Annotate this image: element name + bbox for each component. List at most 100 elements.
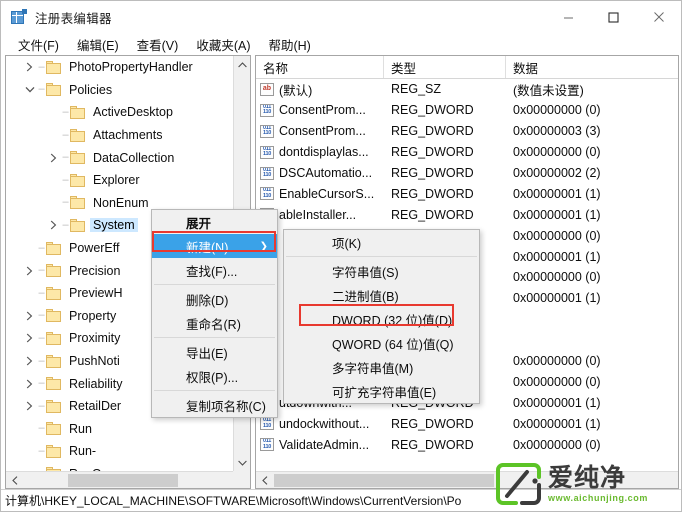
tree-node-label: PreviewH — [69, 286, 123, 301]
tree-node[interactable]: – Run — [6, 418, 234, 441]
tree-node[interactable]: – ActiveDesktop — [6, 101, 234, 124]
menu-help[interactable]: 帮助(H) — [259, 35, 319, 54]
menu-item[interactable]: 导出(E) — [152, 340, 277, 364]
table-row[interactable]: 011 110 ValidateAdmin... REG_DWORD 0x0000000… — [256, 434, 678, 455]
menu-item[interactable]: 权限(P)... — [152, 364, 277, 388]
tree-twisty-placeholder — [46, 169, 61, 192]
chevron-right-icon: ❯ — [259, 240, 268, 252]
tree-node-label: Proximity — [69, 331, 121, 346]
chevron-right-icon[interactable] — [22, 395, 37, 418]
value-name-text: ableInstaller... — [279, 207, 357, 222]
menu-item[interactable]: 删除(D) — [152, 287, 277, 311]
dword-value-icon: 011110 — [260, 145, 274, 159]
value-name-text: DSCAutomatio... — [279, 166, 373, 180]
menu-item[interactable]: 查找(F)... — [152, 258, 277, 282]
value-data-cell: 0x00000001 (1) — [513, 291, 601, 306]
table-row[interactable]: 011 110 EnableCursorS... REG_DWORD 0x0000000… — [256, 183, 678, 204]
value-type-cell: REG_DWORD — [391, 186, 474, 201]
menu-item[interactable]: 重命名(R) — [152, 311, 277, 335]
minimize-icon[interactable] — [546, 1, 591, 33]
chevron-right-icon[interactable] — [22, 259, 37, 282]
value-data-cell: 0x00000001 (1) — [513, 207, 601, 222]
menu-item-label: 删除(D) — [186, 293, 229, 308]
table-row[interactable]: 011 110 dontdisplaylas... REG_DWORD 0x000000… — [256, 142, 678, 163]
tree-node-label: DataCollection — [93, 150, 175, 165]
table-row[interactable]: 011110ableInstaller...REG_DWORD0x0000000… — [256, 204, 678, 225]
tree-node-label: Precision — [69, 263, 121, 278]
chevron-right-icon[interactable] — [22, 372, 37, 395]
scroll-up-icon[interactable] — [234, 56, 250, 73]
column-header-data[interactable]: 数据 — [506, 56, 678, 78]
table-row[interactable]: 011 110 ConsentProm... REG_DWORD 0x00000000 … — [256, 100, 678, 121]
folder-icon — [70, 105, 85, 119]
menu-item[interactable]: QWORD (64 位)值(Q) — [284, 331, 479, 355]
chevron-right-icon[interactable] — [22, 327, 37, 350]
table-row[interactable]: 011 110 ConsentProm... REG_DWORD 0x00000003 … — [256, 121, 678, 142]
tree-twisty-placeholder — [46, 101, 61, 124]
menu-item[interactable]: 项(K) — [284, 230, 479, 254]
tree-connector-icon: – — [38, 60, 45, 73]
menu-favorites[interactable]: 收藏夹(A) — [187, 35, 259, 54]
menu-item-label: 新建(N) — [186, 240, 229, 255]
menu-item[interactable]: 字符串值(S) — [284, 259, 479, 283]
tree-node[interactable]: –RunOnce — [6, 463, 234, 471]
value-name-cell: 011 110 ValidateAdmin... — [256, 438, 384, 452]
menu-item-label: 重命名(R) — [186, 317, 241, 332]
table-row[interactable]: ab (默认) REG_SZ (数值未设置) — [256, 79, 678, 100]
table-row[interactable]: 011 110 DSCAutomatio... REG_DWORD 0x00000002… — [256, 163, 678, 184]
column-header-type[interactable]: 类型 — [384, 56, 506, 78]
chevron-right-icon[interactable] — [46, 214, 61, 237]
tree-horizontal-scrollbar[interactable] — [6, 471, 250, 488]
tree-hscroll-thumb[interactable] — [68, 474, 178, 487]
menu-item-label: 字符串值(S) — [332, 265, 399, 280]
menu-item[interactable]: 复制项名称(C) — [152, 393, 277, 417]
scroll-left-icon[interactable] — [6, 472, 23, 488]
menu-item[interactable]: DWORD (32 位)值(D) — [284, 307, 479, 331]
menu-item[interactable]: 可扩充字符串值(E) — [284, 379, 479, 403]
tree-node[interactable]: – Explorer — [6, 169, 234, 192]
tree-node[interactable]: – Run- — [6, 440, 234, 463]
dword-value-icon: 011110 — [260, 187, 274, 201]
table-row[interactable]: 011 110 undockwithout... REG_DWORD 0x0000000… — [256, 413, 678, 434]
chevron-right-icon[interactable] — [22, 350, 37, 373]
folder-icon — [46, 399, 61, 413]
watermark-brand: 爱纯净 — [548, 463, 627, 492]
tree-node[interactable]: – PhotoPropertyHandler — [6, 56, 234, 79]
scroll-down-icon[interactable] — [234, 454, 250, 471]
value-name-cell: 011 110 ConsentProm... — [256, 103, 384, 117]
tree-node[interactable]: – Policies — [6, 79, 234, 102]
values-hscroll-thumb[interactable] — [274, 474, 494, 487]
maximize-icon[interactable] — [591, 1, 636, 33]
value-name-text: undockwithout... — [279, 416, 370, 431]
menu-file[interactable]: 文件(F) — [9, 35, 68, 54]
menu-separator — [154, 337, 275, 338]
context-menu[interactable]: 展开新建(N) ❯ 查找(F)... 删除(D) 重命名(R) 导出(E) 权限(P)...… — [151, 209, 278, 418]
chevron-right-icon[interactable] — [22, 305, 37, 328]
menu-edit[interactable]: 编辑(E) — [68, 35, 128, 54]
tree-connector-icon: – — [38, 354, 45, 367]
chevron-right-icon[interactable] — [46, 146, 61, 169]
menu-item[interactable]: 二进制值(B) — [284, 283, 479, 307]
values-scroll-left-icon[interactable] — [256, 472, 273, 488]
value-name-text: ConsentProm... — [279, 103, 366, 118]
context-submenu-new[interactable]: 项(K) 字符串值(S) 二进制值(B) DWORD (32 位)值(D) QWORD … — [283, 229, 480, 404]
close-icon[interactable] — [636, 1, 681, 33]
folder-icon — [46, 264, 61, 278]
menu-item[interactable]: 多字符串值(M) — [284, 355, 479, 379]
menu-item[interactable]: 展开 — [152, 210, 277, 234]
tree-node-label: Run- — [69, 444, 97, 459]
tree-node-label: Attachments — [93, 128, 163, 143]
folder-icon — [46, 309, 61, 323]
menu-item-label: 导出(E) — [186, 346, 228, 361]
column-header-name[interactable]: 名称 — [256, 56, 384, 78]
chevron-right-icon[interactable] — [22, 56, 37, 79]
value-data-cell: 0x00000000 (0) — [513, 374, 601, 389]
value-type-cell: REG_DWORD — [391, 437, 474, 452]
tree-node[interactable]: – DataCollection — [6, 146, 234, 169]
value-data-cell: 0x00000000 (0) — [513, 270, 601, 285]
tree-node[interactable]: – Attachments — [6, 124, 234, 147]
menu-view[interactable]: 查看(V) — [128, 35, 188, 54]
chevron-down-icon[interactable] — [22, 79, 37, 102]
menu-item[interactable]: 新建(N) ❯ — [152, 234, 277, 258]
tree-twisty-placeholder — [22, 237, 37, 260]
